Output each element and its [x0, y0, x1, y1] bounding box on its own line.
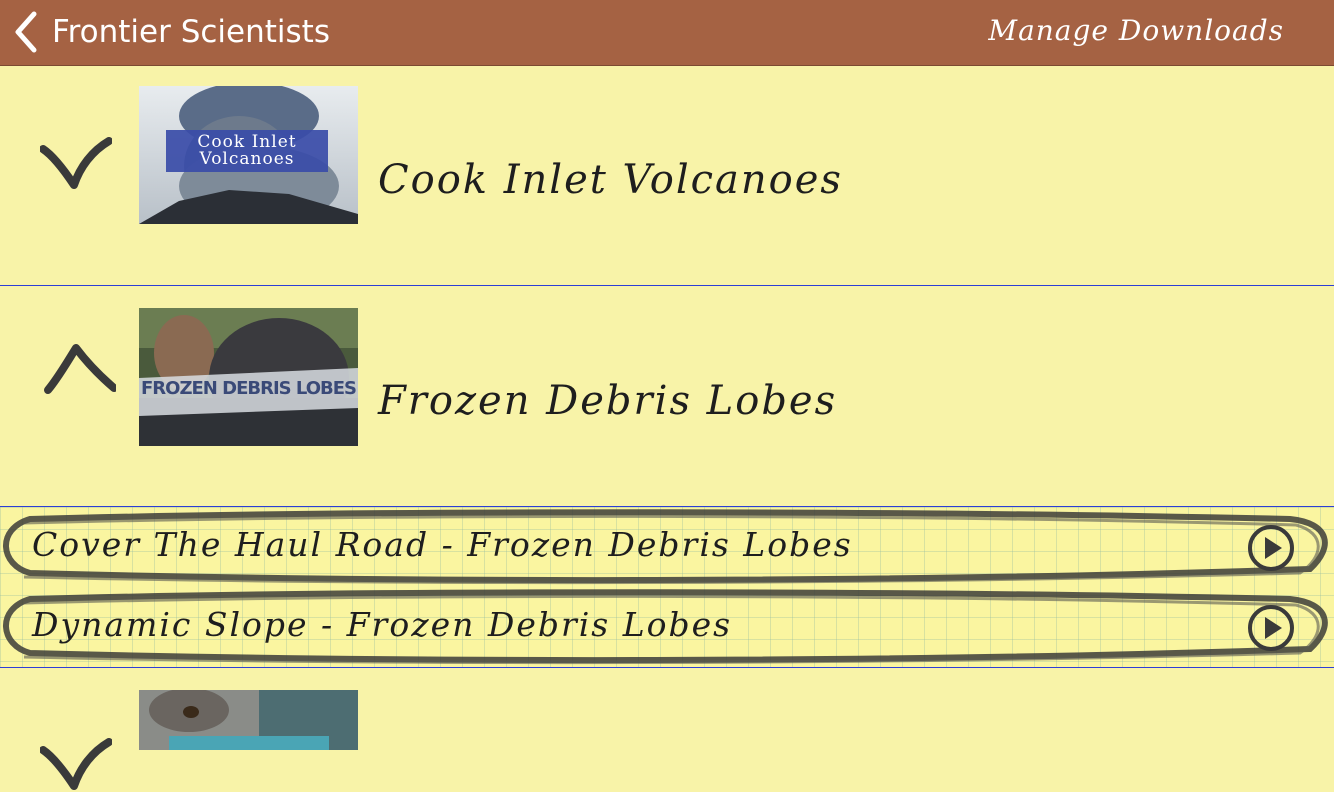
manage-downloads-button[interactable]: Manage Downloads — [988, 14, 1284, 47]
back-button[interactable]: Frontier Scientists — [12, 8, 330, 56]
check-icon — [40, 137, 112, 189]
episode-label: Cover The Haul Road - Frozen Debris Lobe… — [32, 525, 853, 564]
thumbnail-frozen-debris: FROZEN DEBRIS LOBES — [139, 308, 358, 446]
list-item[interactable]: FROZEN DEBRIS LOBES Frozen Debris Lobes — [0, 286, 1334, 507]
thumbnail-caption: Cook Inlet Volcanoes — [197, 132, 297, 169]
play-icon[interactable] — [1246, 523, 1296, 573]
check-icon — [40, 738, 112, 790]
item-title: Cook Inlet Volcanoes — [378, 157, 843, 203]
item-title: Frozen Debris Lobes — [378, 378, 838, 424]
navigation-bar: Frontier Scientists Manage Downloads — [0, 0, 1334, 66]
back-label: Frontier Scientists — [52, 14, 330, 50]
list-item[interactable] — [0, 668, 1334, 790]
thumbnail-caption: FROZEN DEBRIS LOBES — [141, 378, 357, 399]
list-item[interactable]: Cook Inlet Volcanoes Cook Inlet Volcanoe… — [0, 65, 1334, 286]
episode-item[interactable]: Dynamic Slope - Frozen Debris Lobes — [0, 587, 1334, 667]
play-icon[interactable] — [1246, 603, 1296, 653]
episode-label: Dynamic Slope - Frozen Debris Lobes — [32, 605, 733, 644]
chevron-up-icon — [44, 344, 116, 394]
episode-list: Cover The Haul Road - Frozen Debris Lobe… — [0, 507, 1334, 668]
episode-item[interactable]: Cover The Haul Road - Frozen Debris Lobe… — [0, 507, 1334, 587]
thumbnail-cook-inlet: Cook Inlet Volcanoes — [139, 86, 358, 224]
chevron-left-icon — [15, 11, 37, 53]
thumbnail-item-3 — [139, 690, 358, 750]
